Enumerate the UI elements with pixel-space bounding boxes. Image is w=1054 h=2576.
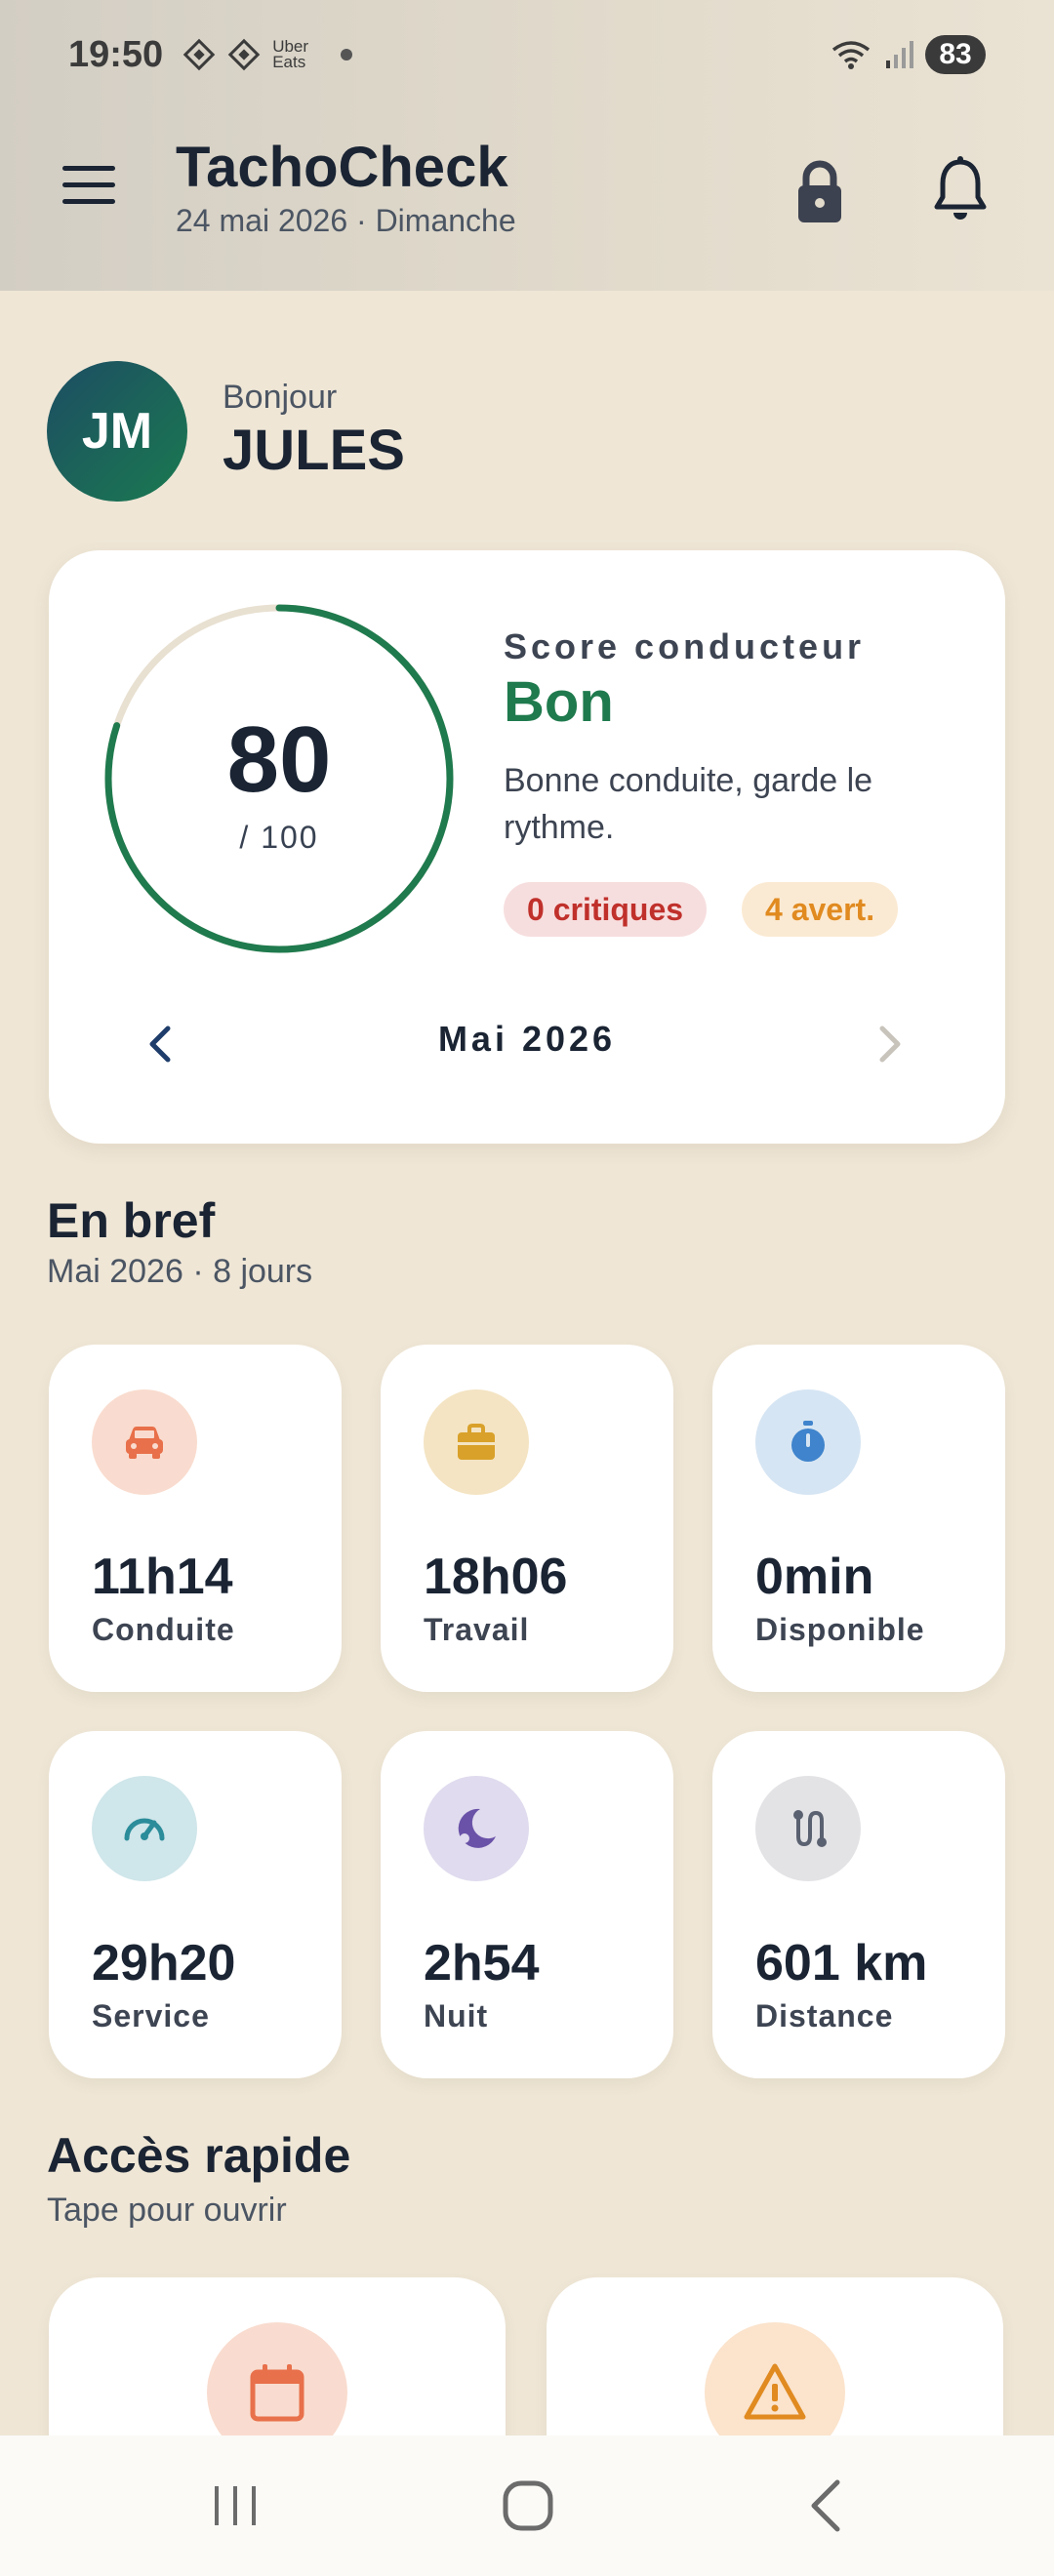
- score-description: Bonne conduite, garde le rythme.: [504, 762, 873, 846]
- uber-eats-notification: Uber Eats: [272, 37, 309, 71]
- warning-badge[interactable]: 4 avert.: [742, 882, 899, 937]
- wifi-icon: [830, 38, 872, 71]
- tile-label: Disponible: [755, 1612, 925, 1647]
- tile-value: 0min: [755, 1549, 874, 1605]
- menu-icon[interactable]: [61, 166, 123, 215]
- status-time: 19:50: [68, 33, 164, 75]
- system-navigation-bar: [0, 2435, 1054, 2576]
- stat-tile-conduite[interactable]: 11h14 Conduite: [49, 1345, 342, 1692]
- home-icon[interactable]: [494, 2475, 562, 2537]
- critical-badge[interactable]: 0 critiques: [504, 882, 708, 937]
- app-date: 24 mai 2026 · Dimanche: [176, 203, 516, 238]
- greeting-text: Bonjour: [223, 379, 338, 416]
- brief-subtitle: Mai 2026 · 8 jours: [47, 1253, 313, 1290]
- app-bar: TachoCheck 24 mai 2026 · Dimanche: [0, 127, 1054, 254]
- next-month-icon[interactable]: [867, 1017, 913, 1071]
- driver-score-card[interactable]: 80 / 100 Score conducteur Bon Bonne cond…: [49, 550, 1005, 1144]
- stat-tile-nuit[interactable]: 2h54 Nuit: [381, 1731, 673, 2078]
- brief-title: En bref: [47, 1193, 216, 1248]
- app-title: TachoCheck: [176, 136, 508, 199]
- score-rating: Bon: [504, 670, 614, 734]
- previous-month-icon[interactable]: [137, 1017, 183, 1071]
- car-icon: [92, 1389, 197, 1495]
- month-label: Mai 2026: [437, 1019, 617, 1059]
- stopwatch-icon: [755, 1389, 861, 1495]
- diamond-icon: [182, 38, 216, 71]
- score-label: Score conducteur: [504, 626, 866, 666]
- moon-icon: [424, 1776, 529, 1881]
- status-right: 83: [830, 35, 986, 74]
- stat-tile-travail[interactable]: 18h06 Travail: [381, 1345, 673, 1692]
- diamond-icon: [227, 38, 261, 71]
- user-name: JULES: [223, 419, 405, 482]
- speedometer-icon: [92, 1776, 197, 1881]
- route-icon: [755, 1776, 861, 1881]
- tile-value: 601 km: [755, 1935, 928, 1992]
- tile-label: Distance: [755, 1998, 894, 2033]
- tile-value: 18h06: [424, 1549, 568, 1605]
- tile-label: Conduite: [92, 1612, 235, 1647]
- tile-value: 29h20: [92, 1935, 236, 1992]
- battery-icon: 83: [925, 35, 986, 74]
- more-notifications-dot: [341, 49, 353, 60]
- stat-tile-distance[interactable]: 601 km Distance: [712, 1731, 1005, 2078]
- tile-value: 11h14: [92, 1549, 233, 1605]
- lock-icon[interactable]: [790, 156, 849, 226]
- status-bar: 19:50 Uber Eats 83: [0, 0, 1054, 109]
- avatar[interactable]: JM: [47, 361, 187, 502]
- score-value: 80: [226, 707, 332, 812]
- bell-icon[interactable]: [929, 154, 992, 224]
- stat-tile-disponible[interactable]: 0min Disponible: [712, 1345, 1005, 1692]
- tile-label: Service: [92, 1998, 210, 2033]
- quick-access-subtitle: Tape pour ouvrir: [47, 2192, 287, 2229]
- signal-icon: [884, 39, 913, 70]
- briefcase-icon: [424, 1389, 529, 1495]
- score-max: / 100: [239, 820, 319, 855]
- tile-label: Nuit: [424, 1998, 489, 2033]
- quick-access-title: Accès rapide: [47, 2128, 351, 2183]
- recents-icon[interactable]: [201, 2475, 269, 2537]
- tile-value: 2h54: [424, 1935, 540, 1992]
- back-icon[interactable]: [792, 2475, 861, 2537]
- notification-icons: Uber Eats: [182, 37, 353, 71]
- stat-tile-service[interactable]: 29h20 Service: [49, 1731, 342, 2078]
- tile-label: Travail: [424, 1612, 530, 1647]
